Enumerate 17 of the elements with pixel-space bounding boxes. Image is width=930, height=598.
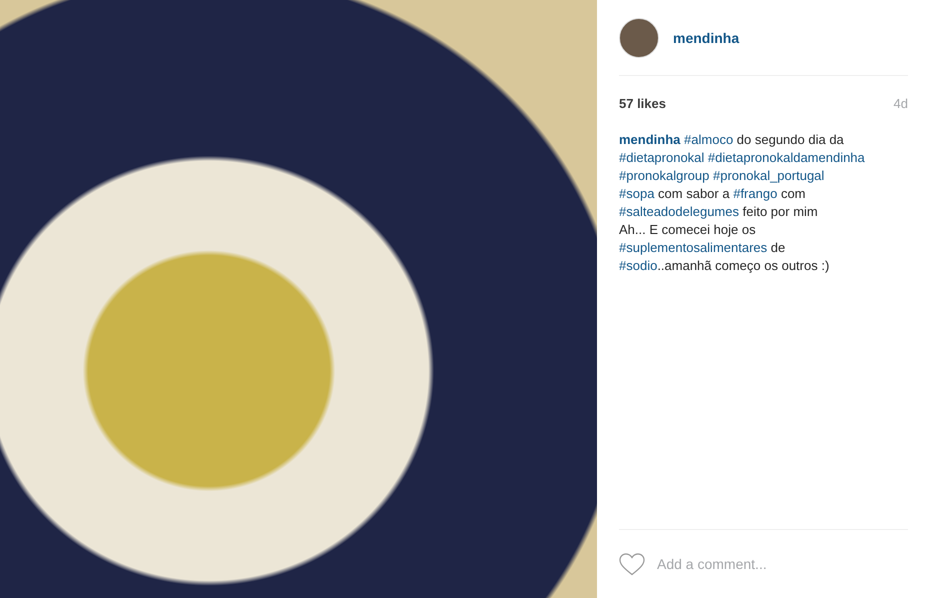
username-link[interactable]: mendinha [619, 132, 680, 147]
hashtag-link[interactable]: #sopa [619, 186, 654, 201]
hashtag-link[interactable]: #salteadodelegumes [619, 204, 739, 219]
hashtag-link[interactable]: #suplementosalimentares [619, 240, 768, 255]
avatar[interactable] [619, 18, 659, 58]
heart-icon[interactable] [619, 552, 645, 576]
hashtag-link[interactable]: #frango [733, 186, 778, 201]
post-age: 4d [894, 96, 908, 111]
likes-count: 57 likes [619, 96, 666, 111]
hashtag-link[interactable]: #pronokalgroup [619, 168, 710, 183]
hashtag-link[interactable]: #sodio [619, 258, 658, 273]
hashtag-link[interactable]: #dietapronokal [619, 150, 704, 165]
hashtag-link[interactable]: #pronokal_portugal [712, 168, 824, 183]
caption-text: mendinha #almoco do segundo dia da #dietapronokal #dietapronokaldamendinha #pronokalgroup #pronokal_portugal #sopa com sabor a #frango com #salteadodelegumes feito por mim Ah... E comecei hoje os #suplementosalimentares de #sodio..amanhã começo os outros :) [619, 131, 866, 275]
hashtag-link[interactable]: #dietapronokaldamendinha [708, 150, 865, 165]
hashtag-link[interactable]: #almoco [684, 132, 734, 147]
username-link[interactable]: mendinha [673, 30, 740, 46]
